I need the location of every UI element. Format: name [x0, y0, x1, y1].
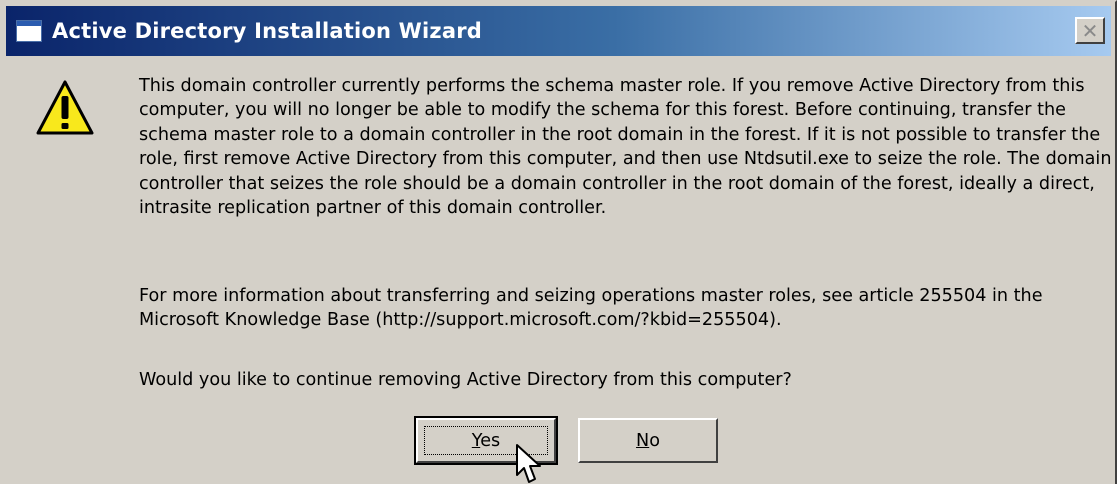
close-button[interactable]: ✕: [1075, 17, 1105, 44]
message-paragraph-3: Would you like to continue removing Acti…: [139, 370, 792, 390]
warning-icon: [36, 80, 94, 135]
window-app-icon: [16, 20, 42, 42]
mouse-cursor-icon: [516, 444, 541, 483]
dialog-window: Active Directory Installation Wizard ✕ T…: [0, 0, 1117, 484]
no-button-label: No: [636, 430, 660, 451]
title-bar[interactable]: Active Directory Installation Wizard ✕: [6, 6, 1111, 56]
message-paragraph-2: For more information about transferring …: [139, 286, 1043, 331]
message-paragraph-1: This domain controller currently perform…: [139, 76, 1112, 219]
window-title: Active Directory Installation Wizard: [52, 19, 482, 43]
close-icon: ✕: [1081, 18, 1099, 43]
no-button[interactable]: No: [578, 418, 718, 463]
